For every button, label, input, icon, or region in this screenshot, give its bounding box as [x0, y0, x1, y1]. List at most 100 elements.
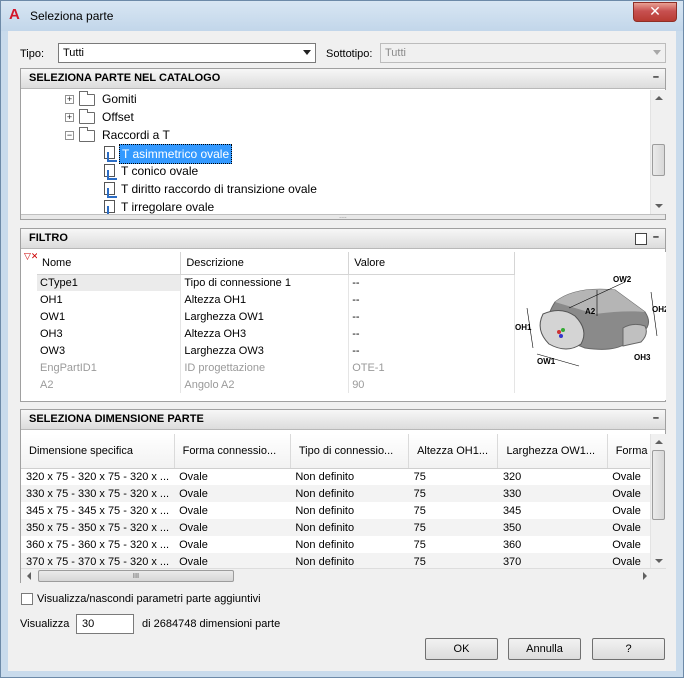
- column-header-altezza[interactable]: Altezza OH1...: [408, 434, 499, 469]
- table-row[interactable]: 330 x 75 - 330 x 75 - 320 x ... Ovale Non …: [21, 485, 651, 502]
- cell-nome[interactable]: OW1: [37, 308, 182, 325]
- expand-icon[interactable]: +: [65, 95, 74, 104]
- cell-descrizione: Tipo di connessione 1: [180, 274, 350, 291]
- scroll-thumb[interactable]: [652, 450, 665, 520]
- cell: Ovale: [612, 470, 641, 483]
- scroll-thumb[interactable]: [652, 144, 665, 176]
- cell-nome[interactable]: OW3: [37, 342, 182, 359]
- tree-item-t-diritto[interactable]: T diritto raccordo di transizione ovale: [101, 180, 441, 198]
- tipo-select[interactable]: Tutti: [58, 43, 316, 63]
- cell: Ovale: [607, 553, 651, 569]
- cell-nome[interactable]: OH3: [37, 325, 182, 342]
- cell: 320: [502, 470, 522, 483]
- table-row[interactable]: 370 x 75 - 370 x 75 - 320 x ... Ovale Non …: [21, 553, 651, 569]
- cell-valore[interactable]: --: [348, 308, 515, 325]
- folder-icon: [79, 91, 95, 106]
- cell: Ovale: [607, 519, 651, 536]
- part-icon: [101, 164, 117, 180]
- filter-row[interactable]: OH3 Altezza OH3 --: [37, 325, 515, 342]
- cell: 75: [408, 553, 498, 569]
- filter-title: FILTRO: [29, 232, 68, 244]
- tree-item-raccordi-a-t[interactable]: − Raccordi a T: [65, 126, 365, 144]
- scroll-up-icon[interactable]: [655, 440, 663, 444]
- tree-item-gomiti[interactable]: + Gomiti: [65, 90, 365, 108]
- chevron-down-icon: [303, 50, 311, 55]
- toggle-params-label[interactable]: Visualizza/nascondi parametri parte aggi…: [37, 593, 261, 605]
- filter-row[interactable]: OH1 Altezza OH1 --: [37, 291, 515, 308]
- cell-descrizione: Larghezza OW3: [180, 342, 350, 359]
- column-header-forma-2[interactable]: Forma c: [607, 434, 651, 469]
- cell-nome[interactable]: OH1: [37, 291, 182, 308]
- tree-item-t-conico-ovale[interactable]: T conico ovale: [101, 162, 441, 180]
- scroll-right-icon[interactable]: [643, 572, 647, 580]
- splitter-grip[interactable]: ....: [21, 214, 665, 220]
- scroll-down-icon[interactable]: [655, 559, 663, 563]
- cell-descrizione: Larghezza OW1: [180, 308, 350, 325]
- cell-valore[interactable]: --: [348, 342, 515, 359]
- tree-item-t-irregolare-ovale[interactable]: T irregolare ovale: [101, 198, 441, 214]
- filter-panel: FILTRO – ▽✕ Nome Descrizione Valore CTyp…: [20, 228, 669, 402]
- size-header[interactable]: SELEZIONA DIMENSIONE PARTE –: [21, 410, 665, 430]
- cell-descrizione: Altezza OH3: [180, 325, 350, 342]
- scroll-down-icon[interactable]: [655, 204, 663, 208]
- size-hscrollbar[interactable]: III: [21, 568, 666, 583]
- cell: Non definito: [290, 553, 409, 569]
- collapse-icon[interactable]: –: [653, 71, 659, 83]
- catalog-scrollbar[interactable]: [650, 90, 666, 214]
- column-header-forma[interactable]: Forma connessio...: [174, 434, 291, 469]
- cell-descrizione: Altezza OH1: [180, 291, 350, 308]
- folder-icon: [79, 109, 95, 124]
- catalog-header[interactable]: SELEZIONA PARTE NEL CATALOGO –: [21, 69, 665, 89]
- autocad-logo-icon: A: [9, 6, 20, 23]
- collapse-icon[interactable]: –: [653, 231, 659, 243]
- scroll-up-icon[interactable]: [655, 96, 663, 100]
- column-header-nome[interactable]: Nome: [37, 252, 182, 275]
- table-row[interactable]: 350 x 75 - 350 x 75 - 320 x ... Ovale Non …: [21, 519, 651, 536]
- filter-row: EngPartID1 ID progettazione OTE-1: [37, 359, 515, 376]
- column-header-dimensione[interactable]: Dimensione specifica: [21, 434, 175, 469]
- filter-header[interactable]: FILTRO –: [21, 229, 665, 249]
- part-icon: [101, 200, 115, 214]
- dim-label-ow2: OW2: [613, 275, 632, 284]
- cancel-button[interactable]: Annulla: [508, 638, 581, 660]
- size-vscrollbar[interactable]: [650, 434, 666, 569]
- sottotipo-select[interactable]: Tutti: [380, 43, 666, 63]
- show-count-input[interactable]: 30: [76, 614, 134, 634]
- column-header-descrizione[interactable]: Descrizione: [180, 252, 350, 275]
- dialog-window: A Seleziona parte ✕ Tipo: Tutti Sottotip…: [0, 0, 684, 678]
- cell-valore[interactable]: --: [348, 291, 515, 308]
- tree-item-label: T diritto raccordo di transizione ovale: [121, 182, 317, 196]
- tree-item-t-asimmetrico-ovale[interactable]: T asimmetrico ovale: [101, 144, 441, 164]
- cell-valore: OTE-1: [348, 359, 515, 376]
- tipo-label: Tipo:: [20, 48, 45, 60]
- part-icon: [101, 182, 117, 198]
- help-button[interactable]: ?: [592, 638, 665, 660]
- collapse-node-icon[interactable]: −: [65, 131, 74, 140]
- filter-row[interactable]: OW1 Larghezza OW1 --: [37, 308, 515, 325]
- cell-nome[interactable]: CType1: [37, 274, 182, 291]
- table-row[interactable]: 320 x 75 - 320 x 75 - 320 x ... Ovale Non …: [21, 468, 651, 485]
- cell: 345 x 75 - 345 x 75 - 320 x ...: [26, 504, 170, 517]
- cell: 350 x 75 - 350 x 75 - 320 x ...: [21, 519, 175, 536]
- column-header-valore[interactable]: Valore: [348, 252, 515, 275]
- close-button[interactable]: ✕: [633, 2, 677, 22]
- toggle-params-checkbox[interactable]: [21, 593, 33, 605]
- table-row[interactable]: 360 x 75 - 360 x 75 - 320 x ... Ovale Non …: [21, 536, 651, 553]
- cell-descrizione: ID progettazione: [180, 359, 350, 376]
- catalog-tree: + Gomiti + Offset − Raccordi a T T asimm…: [21, 90, 651, 214]
- table-row[interactable]: 345 x 75 - 345 x 75 - 320 x ... Ovale Non …: [21, 502, 651, 519]
- cell-valore[interactable]: --: [348, 274, 515, 291]
- collapse-icon[interactable]: –: [653, 412, 659, 424]
- cell-valore[interactable]: --: [348, 325, 515, 342]
- hscroll-thumb[interactable]: III: [38, 570, 234, 582]
- expand-icon[interactable]: +: [65, 113, 74, 122]
- column-header-larghezza[interactable]: Larghezza OW1...: [497, 434, 608, 469]
- filter-row[interactable]: CType1 Tipo di connessione 1 --: [37, 274, 515, 291]
- restore-icon[interactable]: [635, 233, 647, 245]
- tree-item-offset[interactable]: + Offset: [65, 108, 365, 126]
- filter-row[interactable]: OW3 Larghezza OW3 --: [37, 342, 515, 359]
- ok-button[interactable]: OK: [425, 638, 498, 660]
- scroll-left-icon[interactable]: [27, 572, 31, 580]
- cell: Ovale: [612, 538, 641, 551]
- column-header-tipo[interactable]: Tipo di connessio...: [290, 434, 410, 469]
